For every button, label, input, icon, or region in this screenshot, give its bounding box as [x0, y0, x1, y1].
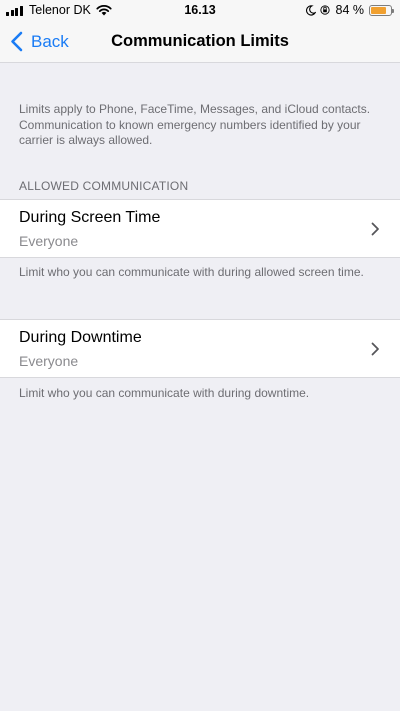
- row-during-downtime[interactable]: During Downtime Everyone: [0, 319, 400, 378]
- chevron-right-icon: [371, 222, 379, 236]
- moon-icon: [305, 4, 316, 16]
- navigation-bar: Back Communication Limits: [0, 22, 400, 62]
- page-title: Communication Limits: [111, 32, 289, 50]
- row-value: Everyone: [19, 353, 79, 369]
- row-title: During Screen Time: [19, 209, 161, 226]
- row-value: Everyone: [19, 233, 79, 249]
- chevron-right-icon: [371, 342, 379, 356]
- top-bar: Telenor DK 16.13 84 % Back Communication…: [0, 0, 400, 63]
- screen: Telenor DK 16.13 84 % Back Communication…: [0, 0, 400, 711]
- battery-icon: [369, 4, 394, 16]
- battery-percent: 84 %: [335, 3, 365, 17]
- intro-description: Limits apply to Phone, FaceTime, Message…: [19, 102, 371, 147]
- status-bar: Telenor DK 16.13 84 %: [0, 0, 400, 22]
- row-footer: Limit who you can communicate with durin…: [19, 265, 364, 279]
- row-title: During Downtime: [19, 329, 142, 346]
- row-during-screen-time[interactable]: During Screen Time Everyone: [0, 199, 400, 258]
- battery-fill: [371, 6, 387, 14]
- status-right: 84 %: [305, 3, 394, 17]
- row-footer: Limit who you can communicate with durin…: [19, 386, 310, 400]
- orientation-lock-icon: [319, 5, 330, 15]
- section-header: ALLOWED COMMUNICATION: [19, 179, 189, 193]
